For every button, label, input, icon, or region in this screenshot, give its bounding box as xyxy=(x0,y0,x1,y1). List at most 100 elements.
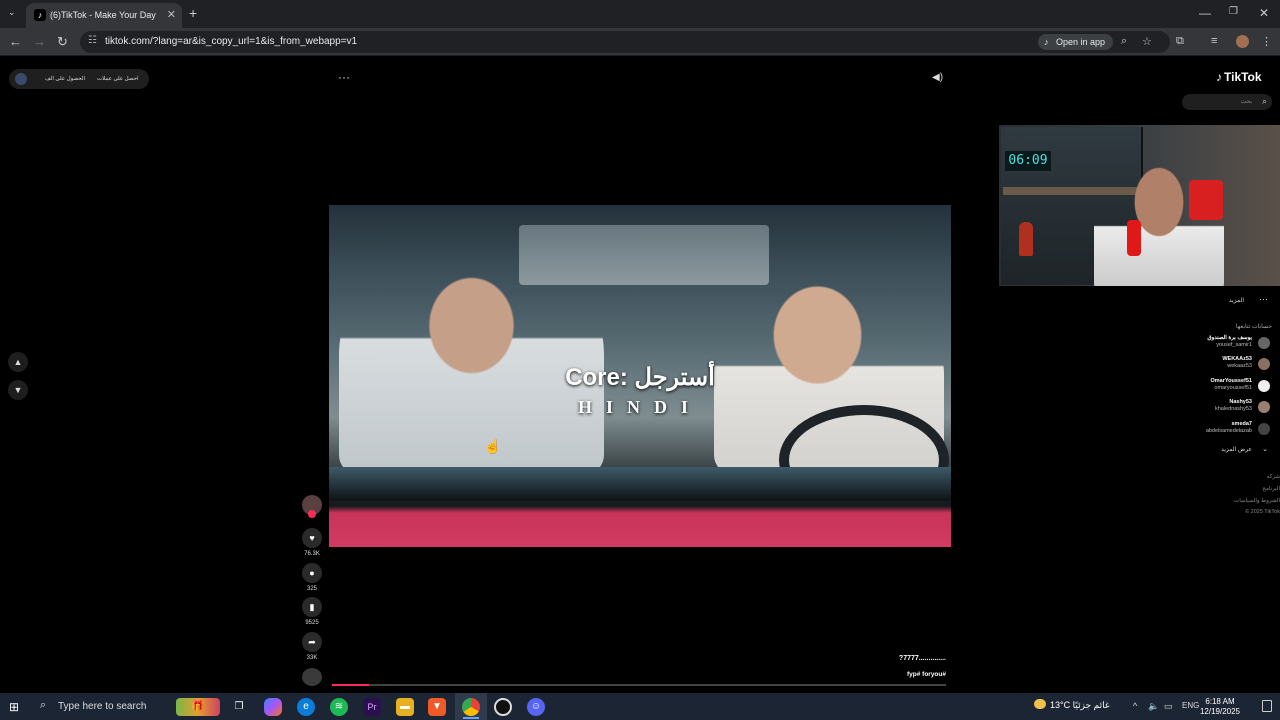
more-dots-icon[interactable]: ··· xyxy=(1259,294,1268,304)
discord-icon[interactable]: ☺ xyxy=(527,698,545,716)
volume-tray-icon[interactable]: 🔈 xyxy=(1148,701,1159,712)
edge-icon[interactable]: e xyxy=(297,698,315,716)
followed-account[interactable]: يوسف برة الصندوق yousef_samir1 xyxy=(1180,335,1272,353)
tab-close-icon[interactable]: ✕ xyxy=(167,8,176,21)
task-view-icon[interactable]: ❐ xyxy=(230,698,248,716)
address-url[interactable]: tiktok.com/?lang=ar&is_copy_url=1&is_fro… xyxy=(105,36,357,47)
next-video-button[interactable]: ▼ xyxy=(8,380,28,400)
footer-terms-link[interactable]: الشروط والسياسات xyxy=(1200,498,1280,504)
followed-account[interactable]: WEKAAz53 wekaaz53 xyxy=(1180,356,1272,374)
video-caption: ?7777.............. xyxy=(898,655,946,662)
tab-title: (6)TikTok - Make Your Day xyxy=(50,10,156,20)
account-name: OmarYoussef51 xyxy=(1210,378,1252,384)
music-disc-icon[interactable] xyxy=(302,668,322,686)
figurine-prop xyxy=(1019,222,1033,256)
get-coins-link[interactable]: احصل على عملات xyxy=(97,76,139,82)
network-icon[interactable]: ▭ xyxy=(1164,701,1173,712)
tiktok-favicon-icon: ♪ xyxy=(34,9,46,21)
open-in-app-button[interactable]: Open in app xyxy=(1038,34,1114,50)
tiktok-page: الحصول على الف احصل على عملات ··· ◀) Cor… xyxy=(0,57,1280,693)
video-progress-bar[interactable] xyxy=(332,684,946,686)
followed-account[interactable]: Nashy53 khalednashy53 xyxy=(1180,399,1272,417)
system-clock[interactable]: 6:18 AM 12/19/2025 xyxy=(1196,697,1244,717)
partly-cloudy-icon xyxy=(1034,699,1046,709)
hand-cursor-icon: ☝ xyxy=(484,438,502,454)
menu-kebab-icon[interactable]: ⋮ xyxy=(1261,35,1272,48)
passenger-figure xyxy=(339,245,604,475)
account-handle: abdelsamedelazab xyxy=(1205,428,1252,434)
bookmark-icon[interactable]: ▮ xyxy=(302,597,322,617)
search-icon[interactable]: ⌕ xyxy=(1262,96,1267,107)
comment-icon[interactable]: ● xyxy=(302,563,322,583)
extensions-icon[interactable]: ⧉ xyxy=(1176,35,1184,48)
previous-video-button[interactable]: ▲ xyxy=(8,352,28,372)
notification-icon[interactable] xyxy=(1262,700,1272,712)
followed-account[interactable]: OmarYoussef51 omaryoussef51 xyxy=(1180,378,1272,396)
like-icon[interactable]: ♥ xyxy=(302,528,322,548)
media-control-icon[interactable]: ≡ xyxy=(1211,35,1217,47)
search-placeholder: بحث xyxy=(1240,99,1252,105)
tab-search-icon[interactable]: ⌄ xyxy=(8,7,16,18)
windows-start-icon[interactable]: ⊞ xyxy=(9,700,19,714)
creator-avatar[interactable] xyxy=(302,495,322,518)
windows-taskbar: ⊞ ⌕ Type here to search 🎁 ❐ e ≋ Pr ▬ ▼ ☺… xyxy=(0,693,1280,720)
more-label: المزيد xyxy=(1228,298,1244,304)
more-options-icon[interactable]: ··· xyxy=(338,70,350,84)
app-icon[interactable] xyxy=(15,73,27,85)
zoom-icon[interactable]: ⌕ xyxy=(1121,35,1127,48)
premiere-icon[interactable]: Pr xyxy=(363,698,381,716)
new-tab-icon[interactable]: + xyxy=(189,5,197,21)
address-bar[interactable]: ☷ tiktok.com/?lang=ar&is_copy_url=1&is_f… xyxy=(80,31,1170,53)
like-count: 76.3K xyxy=(304,551,320,557)
taskbar-search-placeholder: Type here to search xyxy=(58,701,147,712)
reload-icon[interactable]: ↻ xyxy=(57,34,68,50)
followed-account[interactable]: smeda7 abdelsamedelazab xyxy=(1180,421,1272,439)
bookmark-star-icon[interactable]: ☆ xyxy=(1142,35,1152,48)
obs-icon[interactable] xyxy=(494,698,512,716)
copilot-icon[interactable] xyxy=(264,698,282,716)
get-app-link[interactable]: الحصول على الف xyxy=(45,76,85,82)
tray-chevron-icon[interactable]: ^ xyxy=(1133,701,1137,711)
browser-tab-bar: ⌄ ♪ (6)TikTok - Make Your Day ✕ + — ❐ ✕ xyxy=(0,0,1280,28)
following-section-title: حسابات تتابعها xyxy=(1235,324,1272,330)
forward-icon[interactable]: → xyxy=(33,34,46,49)
weather-widget[interactable]: 13°C غائم جزئيًا xyxy=(1034,699,1110,711)
footer-program-link[interactable]: البرنامج xyxy=(1200,486,1280,492)
taskbar-search[interactable]: ⌕ Type here to search xyxy=(33,693,173,720)
footer-company-link[interactable]: شركة xyxy=(1200,474,1280,480)
video-progress-fill xyxy=(332,684,369,686)
restore-icon[interactable]: ❐ xyxy=(1229,6,1238,17)
site-info-icon[interactable]: ☷ xyxy=(88,35,97,46)
search-input[interactable]: بحث ⌕ xyxy=(1182,94,1272,110)
comment-count: 325 xyxy=(306,586,317,592)
minimize-icon[interactable]: — xyxy=(1199,6,1211,20)
account-handle: wekaaz53 xyxy=(1227,363,1252,369)
digital-clock-prop: 06:09 xyxy=(1005,151,1051,171)
account-avatar xyxy=(1258,401,1270,413)
video-overlay-subtitle: HINDI xyxy=(577,397,702,417)
file-explorer-icon[interactable]: ▬ xyxy=(396,698,414,716)
account-avatar xyxy=(1258,380,1270,392)
volume-icon[interactable]: ◀) xyxy=(932,72,943,83)
account-handle: yousef_samir1 xyxy=(1216,342,1252,348)
back-icon[interactable]: ← xyxy=(9,34,22,49)
account-name: Nashy53 xyxy=(1229,399,1252,405)
profile-avatar[interactable] xyxy=(1236,35,1249,48)
share-count: 33K xyxy=(306,655,318,661)
video-hashtags[interactable]: fyp# foryou# xyxy=(880,671,946,678)
tiktok-logo[interactable]: TikTok xyxy=(1216,70,1262,84)
video-player[interactable]: Core: أسترجل HINDI xyxy=(329,205,951,547)
window-close-icon[interactable]: ✕ xyxy=(1259,6,1269,20)
account-handle: omaryoussef51 xyxy=(1214,385,1252,391)
holiday-widget-icon[interactable]: 🎁 xyxy=(176,698,220,716)
brave-icon[interactable]: ▼ xyxy=(428,698,446,716)
lamp-prop xyxy=(1189,180,1223,220)
spotify-icon[interactable]: ≋ xyxy=(330,698,348,716)
account-handle: khalednashy53 xyxy=(1214,406,1252,412)
share-icon[interactable]: ➦ xyxy=(302,632,322,652)
chrome-icon[interactable] xyxy=(462,698,480,716)
account-name: يوسف برة الصندوق xyxy=(1207,335,1252,341)
footer-copyright: © 2025 TikTok xyxy=(1245,509,1280,515)
account-avatar xyxy=(1258,358,1270,370)
tab-tiktok[interactable]: ♪ (6)TikTok - Make Your Day ✕ xyxy=(26,3,182,28)
